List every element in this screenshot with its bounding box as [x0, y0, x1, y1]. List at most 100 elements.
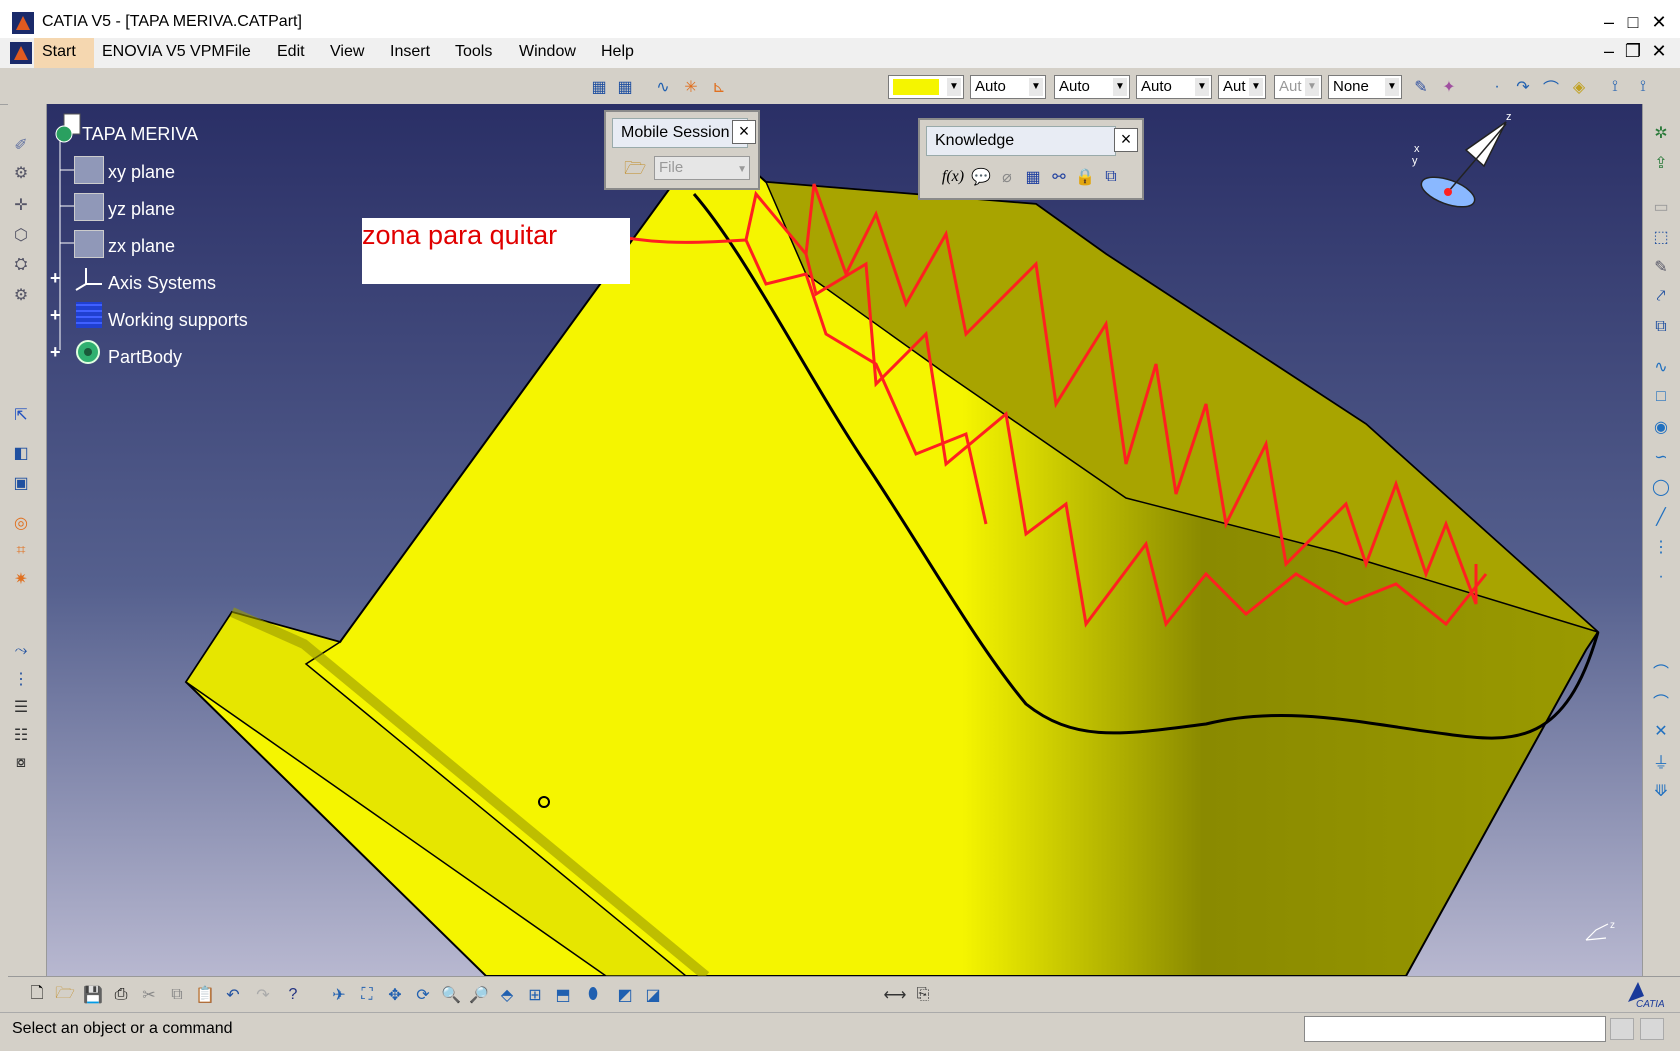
formula-icon[interactable]: f(x): [942, 166, 964, 188]
measure-item-icon[interactable]: ⎘: [912, 984, 934, 1006]
spline-tool-icon[interactable]: ∽: [1650, 446, 1672, 468]
print-icon[interactable]: ⎙: [110, 984, 132, 1006]
shading-icon[interactable]: ⬮: [582, 984, 604, 1006]
surface-icon[interactable]: ◈: [1568, 76, 1590, 98]
menu-window[interactable]: Window: [519, 43, 576, 61]
sketch-tools-icon[interactable]: ∿: [652, 76, 674, 98]
mirror-icon[interactable]: ⏚: [1650, 750, 1672, 772]
profile-icon[interactable]: ◧: [10, 442, 32, 464]
properties-icon[interactable]: ✦: [1438, 76, 1460, 98]
menu-help[interactable]: Help: [601, 43, 634, 61]
spline-icon[interactable]: ⌗: [10, 540, 32, 562]
menu-tools[interactable]: Tools: [455, 43, 492, 61]
doc-close-button[interactable]: ✕: [1646, 40, 1672, 62]
cut-icon[interactable]: ✂: [138, 984, 160, 1006]
line-tool-icon[interactable]: ✷: [10, 568, 32, 590]
check-icon[interactable]: 🔒: [1074, 166, 1096, 188]
reference-point-icon[interactable]: ✛: [10, 194, 32, 216]
construction-icon[interactable]: ✳: [680, 76, 702, 98]
pocket-icon[interactable]: ⚙: [10, 284, 32, 306]
tree-item-axis-systems[interactable]: Axis Systems: [108, 273, 216, 294]
law-icon[interactable]: ⚯: [1048, 166, 1070, 188]
transparency-combo[interactable]: Auto ▼: [970, 75, 1046, 99]
command-input[interactable]: [1304, 1016, 1606, 1042]
arc-icon[interactable]: ⌒: [1540, 76, 1562, 98]
maximize-button[interactable]: □: [1620, 11, 1646, 33]
whats-this-icon[interactable]: ?: [282, 984, 304, 1006]
paste-icon[interactable]: 📋: [194, 984, 216, 1006]
multi-view-icon[interactable]: ⊞: [524, 984, 546, 1006]
save-icon[interactable]: 💾: [82, 984, 104, 1006]
gear-icon[interactable]: ⚙: [10, 162, 32, 184]
line-icon[interactable]: ╱: [1650, 506, 1672, 528]
swap-space-icon[interactable]: ◪: [642, 984, 664, 1006]
status-button-2[interactable]: [1640, 1018, 1664, 1040]
circle-tool-icon[interactable]: ◎: [10, 512, 32, 534]
measure-icon[interactable]: ⟟: [1604, 76, 1626, 98]
chamfer-icon[interactable]: ⌒: [1650, 690, 1672, 712]
pad-icon[interactable]: ⛭: [10, 254, 32, 276]
minimize-button[interactable]: –: [1596, 11, 1622, 33]
menu-start[interactable]: Start: [42, 43, 76, 61]
normal-view-icon[interactable]: ⬘: [496, 984, 518, 1006]
menu-insert[interactable]: Insert: [390, 43, 430, 61]
iso-view-icon[interactable]: ⬒: [552, 984, 574, 1006]
tree-item-zx-plane[interactable]: zx plane: [108, 236, 175, 257]
hide-show-icon[interactable]: ◩: [614, 984, 636, 1006]
cube-icon[interactable]: ⬚: [1650, 226, 1672, 248]
pad-feature-icon[interactable]: ▭: [1650, 196, 1672, 218]
new-file-icon[interactable]: 🗋: [26, 984, 48, 1006]
redo-icon[interactable]: ↷: [252, 984, 274, 1006]
point-icon[interactable]: ·: [1486, 76, 1508, 98]
pan-icon[interactable]: ✥: [384, 984, 406, 1006]
line-thickness-combo[interactable]: Auto ▼: [1054, 75, 1130, 99]
copy-icon[interactable]: ⧉: [166, 984, 188, 1006]
sweep-icon[interactable]: ⤤: [1650, 286, 1672, 308]
painter-icon[interactable]: ✎: [1410, 76, 1432, 98]
transform-icon[interactable]: ⋮: [10, 668, 32, 690]
point-symbol-combo[interactable]: Aut ▼: [1218, 75, 1266, 99]
rendering-combo[interactable]: Aut ▼: [1274, 75, 1322, 99]
snap-grid-icon[interactable]: ▦: [614, 76, 636, 98]
rule-icon[interactable]: ⧉: [1100, 166, 1122, 188]
ellipse-icon[interactable]: ◯: [1650, 476, 1672, 498]
close-button[interactable]: ✕: [1646, 11, 1672, 33]
file-combo[interactable]: File ▼: [654, 156, 750, 180]
sketch-plane-icon[interactable]: ⇱: [10, 404, 32, 426]
rotate-icon[interactable]: ⟳: [412, 984, 434, 1006]
close-icon[interactable]: ×: [1114, 128, 1138, 152]
menu-enovia[interactable]: ENOVIA V5 VPM: [102, 43, 225, 61]
menu-edit[interactable]: Edit: [277, 43, 305, 61]
analysis-icon[interactable]: ⟟: [1632, 76, 1654, 98]
catia-app-icon[interactable]: [12, 12, 34, 34]
measure-between-icon[interactable]: ⟷: [884, 984, 907, 1006]
workbench-icon[interactable]: ✲: [1650, 122, 1672, 144]
sketch-icon[interactable]: ✐: [10, 134, 32, 156]
corner-icon[interactable]: ⌒: [1650, 660, 1672, 682]
tree-item-working-supports[interactable]: Working supports: [108, 310, 248, 331]
project-icon[interactable]: ☰: [10, 696, 32, 718]
design-table-icon[interactable]: ▦: [1022, 166, 1044, 188]
rectangle-icon[interactable]: ▣: [10, 472, 32, 494]
fit-all-icon[interactable]: ⛶: [356, 984, 378, 1006]
color-combo[interactable]: ▼: [888, 75, 964, 99]
tree-item-yz-plane[interactable]: yz plane: [108, 199, 175, 220]
tree-item-xy-plane[interactable]: xy plane: [108, 162, 175, 183]
menu-view[interactable]: View: [330, 43, 364, 61]
tolerance-icon[interactable]: ⌀: [996, 166, 1018, 188]
trim-icon[interactable]: ⤳: [10, 640, 32, 662]
rectangle-tool-icon[interactable]: □: [1650, 386, 1672, 408]
axis-line-icon[interactable]: ⋮: [1650, 536, 1672, 558]
expand-partbody[interactable]: +: [50, 342, 61, 363]
circle-icon[interactable]: ◉: [1650, 416, 1672, 438]
doc-restore-button[interactable]: ❐: [1620, 40, 1646, 62]
reference-plane-icon[interactable]: ⬡: [10, 224, 32, 246]
expand-working-supports[interactable]: +: [50, 305, 61, 326]
project-3d-icon[interactable]: ⟱: [1650, 780, 1672, 802]
curve-tool-icon[interactable]: ∿: [1650, 356, 1672, 378]
boolean-icon[interactable]: ⧉: [1650, 316, 1672, 338]
curve-icon[interactable]: ↷: [1512, 76, 1534, 98]
zoom-in-icon[interactable]: 🔍: [440, 984, 462, 1006]
exit-workbench-icon[interactable]: ⇪: [1650, 152, 1672, 174]
measure-icon[interactable]: ⧇: [10, 752, 32, 774]
